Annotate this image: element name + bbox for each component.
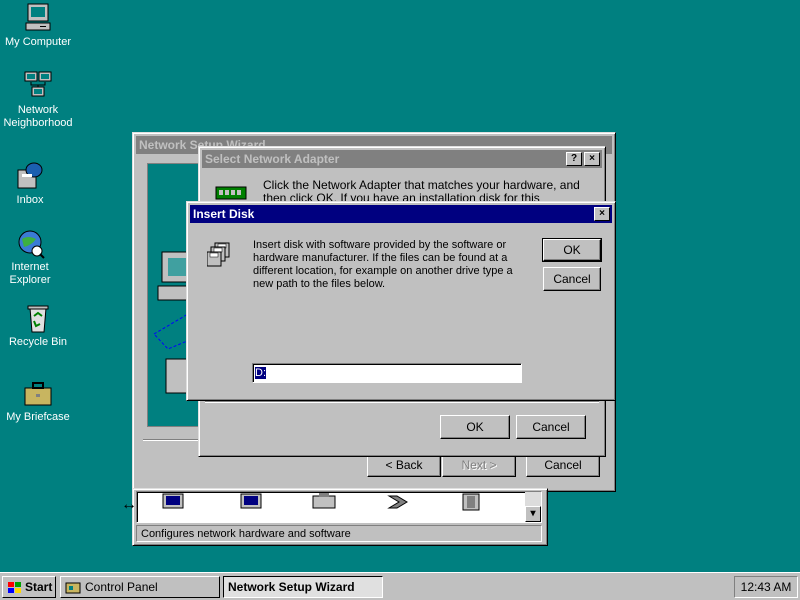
wizard-back-label: < Back: [385, 458, 423, 472]
resize-cursor-icon: ↔: [121, 496, 137, 513]
control-panel-icon-area: ▾: [136, 491, 542, 523]
globe-icon: [18, 230, 45, 259]
task-control-panel-label: Control Panel: [85, 580, 158, 594]
network-icon: [24, 71, 52, 97]
my-computer-label: My Computer: [4, 36, 72, 48]
network-neighborhood-label-1: Network: [17, 104, 59, 116]
task-network-setup-wizard[interactable]: Network Setup Wizard: [223, 576, 383, 598]
control-panel-statusbar: Configures network hardware and software: [136, 525, 542, 542]
select-adapter-divider: [205, 401, 599, 403]
recycle-bin-graphic-icon: [27, 305, 49, 333]
my-computer-icon[interactable]: My Computer: [0, 2, 76, 49]
taskbar: Start Control Panel Network Setup Wizard…: [0, 572, 800, 600]
disks-icon: [207, 242, 230, 267]
help-icon: ?: [570, 153, 578, 164]
network-neighborhood-label-2: Neighborhood: [3, 117, 73, 129]
my-briefcase-label: My Briefcase: [6, 411, 70, 423]
select-adapter-close-button[interactable]: ×: [584, 152, 600, 166]
inbox-label: Inbox: [16, 194, 44, 206]
inbox-icon[interactable]: Inbox: [0, 160, 68, 207]
scroll-down-arrow-icon[interactable]: ▾: [525, 506, 541, 522]
insert-disk-titlebar: Insert Disk ×: [190, 205, 612, 223]
wizard-cancel-button[interactable]: Cancel: [526, 454, 600, 477]
insert-disk-cancel-button[interactable]: Cancel: [543, 267, 601, 291]
insert-disk-cancel-label: Cancel: [553, 272, 591, 286]
internet-explorer-label-2: Explorer: [9, 274, 51, 286]
task-control-panel[interactable]: Control Panel: [60, 576, 220, 598]
wizard-next-button: Next >: [442, 454, 516, 477]
start-button[interactable]: Start: [2, 576, 56, 598]
insert-disk-ok-label: OK: [563, 243, 581, 257]
clock-text: 12:43 AM: [740, 580, 792, 594]
computer-icon: [25, 3, 51, 31]
close-icon: ×: [589, 153, 595, 164]
internet-explorer-label-1: Internet: [11, 261, 49, 273]
start-label: Start: [25, 580, 53, 594]
control-panel-window: ▾ Configures network hardware and softwa…: [132, 488, 548, 546]
insert-disk-dialog: Insert Disk × Insert disk with software …: [186, 201, 616, 401]
control-panel-icon: [65, 582, 81, 594]
select-adapter-cancel-label: Cancel: [532, 420, 570, 434]
wizard-next-label: Next >: [461, 458, 497, 472]
control-panel-scrollbar[interactable]: ▾: [525, 492, 541, 522]
my-briefcase-icon[interactable]: My Briefcase: [0, 377, 76, 424]
path-input[interactable]: D:: [252, 363, 522, 383]
recycle-bin-icon[interactable]: Recycle Bin: [0, 302, 76, 349]
recycle-bin-label: Recycle Bin: [8, 336, 68, 348]
wizard-cancel-label: Cancel: [544, 458, 582, 472]
insert-disk-ok-button[interactable]: OK: [542, 238, 602, 262]
network-neighborhood-icon[interactable]: Network Neighborhood: [0, 70, 76, 130]
wizard-back-button[interactable]: < Back: [367, 454, 441, 477]
select-adapter-ok-button[interactable]: OK: [440, 415, 510, 439]
briefcase-icon: [24, 382, 52, 406]
inbox-tray-icon: [17, 162, 43, 189]
system-tray-clock: 12:43 AM: [734, 576, 798, 598]
select-adapter-title: Select Network Adapter: [205, 152, 340, 166]
task-network-setup-wizard-label: Network Setup Wizard: [228, 580, 355, 594]
internet-explorer-icon[interactable]: Internet Explorer: [0, 227, 68, 287]
path-input-value: D:: [255, 367, 266, 379]
select-adapter-titlebar: Select Network Adapter ? ×: [202, 150, 602, 168]
select-adapter-cancel-button[interactable]: Cancel: [516, 415, 586, 439]
windows-logo-icon: [8, 581, 21, 593]
help-button[interactable]: ?: [566, 152, 582, 166]
status-text: Configures network hardware and software: [141, 528, 351, 540]
insert-disk-title: Insert Disk: [193, 207, 255, 221]
select-adapter-ok-label: OK: [466, 420, 484, 434]
close-icon: ×: [599, 208, 605, 219]
control-panel-icons: [162, 493, 480, 511]
insert-disk-message: Insert disk with software provided by th…: [253, 239, 513, 290]
insert-disk-close-button[interactable]: ×: [594, 207, 610, 221]
